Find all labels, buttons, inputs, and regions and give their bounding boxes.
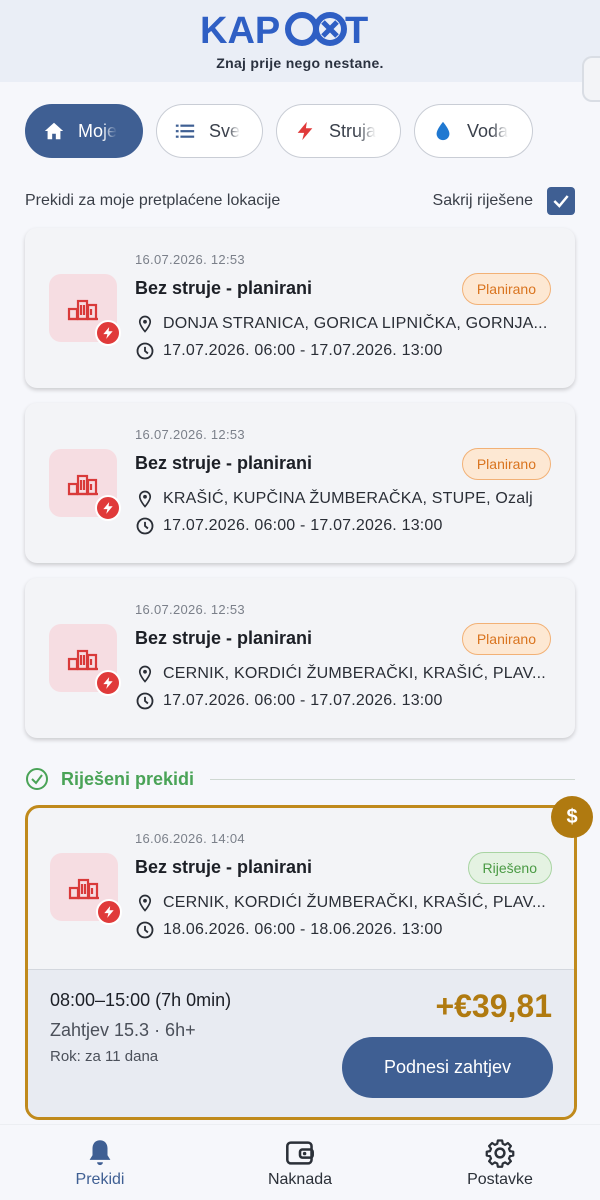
filter-chip-label: Voda bbox=[467, 120, 509, 141]
outage-title: Bez struje - planirani bbox=[135, 453, 313, 473]
filter-chip-moje[interactable]: Moje bbox=[25, 104, 143, 158]
status-badge: Riješeno bbox=[467, 852, 552, 884]
app-tagline: Znaj prije nego nestane. bbox=[216, 55, 384, 71]
location-pin-icon bbox=[135, 314, 155, 334]
compensation-dollar-icon: $ bbox=[551, 796, 593, 838]
hide-resolved-label: Sakrij riješene bbox=[432, 192, 533, 209]
bell-icon bbox=[30, 1135, 170, 1171]
clock-icon bbox=[135, 341, 155, 361]
outage-category-tile bbox=[49, 624, 121, 696]
filter-chip-voda[interactable]: Voda bbox=[414, 104, 533, 158]
filter-chip-struja[interactable]: Struja bbox=[276, 104, 401, 158]
outage-time: 17.07.2026. 06:00 - 17.07.2026. 13:00 bbox=[135, 341, 443, 361]
filter-chips: Moje Sve Struja Voda bbox=[25, 104, 600, 158]
status-badge: Planirano bbox=[461, 273, 551, 305]
bottom-navigation: Prekidi Naknada Postavke bbox=[0, 1124, 600, 1200]
hide-resolved-toggle[interactable]: Sakrij riješene bbox=[433, 187, 575, 215]
outage-location-text: CERNIK, KORDIĆI ŽUMBERAČKI, KRAŠIĆ, PLAV… bbox=[163, 894, 546, 911]
lightning-icon bbox=[293, 119, 317, 143]
outage-time: 18.06.2026. 06:00 - 18.06.2026. 13:00 bbox=[135, 920, 443, 940]
compensation-panel: 08:00–15:00 (7h 0min) Zahtjev 15.3 · 6h+… bbox=[28, 969, 574, 1117]
hide-resolved-checkbox[interactable] bbox=[547, 187, 575, 215]
outage-time-text: 18.06.2026. 06:00 - 18.06.2026. 13:00 bbox=[163, 921, 443, 938]
resolved-section-title: Riješeni prekidi bbox=[61, 768, 195, 789]
clock-icon bbox=[135, 691, 155, 711]
location-pin-icon bbox=[135, 664, 155, 684]
resolved-outage-card[interactable]: 16.06.2026. 14:04 Bez struje - planirani… bbox=[25, 805, 577, 1120]
water-drop-icon bbox=[431, 119, 455, 143]
claim-rule: Zahtjev 15.3 · 6h+ bbox=[50, 1020, 196, 1040]
filter-chip-label: Struja bbox=[329, 120, 377, 141]
nav-label: Postavke bbox=[467, 1171, 533, 1188]
list-icon bbox=[173, 119, 197, 143]
outage-card[interactable]: 16.07.2026. 12:53 Bez struje - planirani… bbox=[25, 578, 575, 738]
city-icon bbox=[67, 474, 98, 496]
outage-date: 16.07.2026. 12:53 bbox=[135, 252, 245, 267]
outage-date: 16.07.2026. 12:53 bbox=[135, 602, 245, 617]
outage-location: CERNIK, KORDIĆI ŽUMBERAČKI, KRAŠIĆ, PLAV… bbox=[135, 664, 546, 684]
outage-location: DONJA STRANICA, GORICA LIPNIČKA, GORNJA.… bbox=[135, 314, 547, 334]
nav-label: Naknada bbox=[267, 1171, 333, 1188]
home-icon bbox=[42, 119, 66, 143]
side-drawer-handle[interactable] bbox=[582, 56, 600, 102]
outage-date: 16.07.2026. 12:53 bbox=[135, 427, 245, 442]
outage-category-tile bbox=[49, 274, 121, 346]
city-icon bbox=[67, 299, 98, 321]
outage-location: KRAŠIĆ, KUPČINA ŽUMBERAČKA, STUPE, Ozalj bbox=[135, 489, 533, 509]
gear-icon bbox=[430, 1135, 570, 1171]
outage-time: 17.07.2026. 06:00 - 17.07.2026. 13:00 bbox=[135, 691, 443, 711]
resolved-outage-summary: 16.06.2026. 14:04 Bez struje - planirani… bbox=[28, 808, 574, 968]
filter-chip-sve[interactable]: Sve bbox=[156, 104, 263, 158]
city-icon bbox=[68, 878, 99, 900]
outage-title: Bez struje - planirani bbox=[135, 628, 313, 648]
filter-chip-label: Sve bbox=[209, 120, 241, 141]
clock-icon bbox=[135, 920, 155, 940]
outage-card[interactable]: 16.07.2026. 12:53 Bez struje - planirani… bbox=[25, 403, 575, 563]
compensation-amount: +€39,81 bbox=[435, 988, 552, 1024]
lightning-icon bbox=[95, 495, 121, 521]
svg-text:KAP: KAP bbox=[200, 10, 280, 50]
outage-time-text: 17.07.2026. 06:00 - 17.07.2026. 13:00 bbox=[163, 517, 443, 534]
subscribed-locations-label: Prekidi za moje pretplaćene lokacije bbox=[25, 192, 281, 209]
outage-location-text: KRAŠIĆ, KUPČINA ŽUMBERAČKA, STUPE, Ozalj bbox=[163, 490, 533, 507]
status-badge: Planirano bbox=[461, 623, 551, 655]
outage-card[interactable]: 16.07.2026. 12:53 Bez struje - planirani… bbox=[25, 228, 575, 388]
app-header: KAP T Znaj prije nego nestane. bbox=[0, 0, 600, 102]
outage-title: Bez struje - planirani bbox=[135, 857, 313, 877]
svg-text:T: T bbox=[345, 10, 368, 50]
lightning-icon bbox=[95, 670, 121, 696]
location-pin-icon bbox=[135, 489, 155, 509]
outage-location-text: DONJA STRANICA, GORICA LIPNIČKA, GORNJA.… bbox=[163, 315, 548, 332]
outage-duration: 08:00–15:00 (7h 0min) bbox=[50, 990, 232, 1010]
outage-time-text: 17.07.2026. 06:00 - 17.07.2026. 13:00 bbox=[163, 342, 443, 359]
app-logo: KAP T bbox=[200, 10, 368, 50]
nav-item-postavke[interactable]: Postavke bbox=[430, 1135, 570, 1189]
outage-category-tile bbox=[49, 449, 121, 521]
lightning-icon bbox=[95, 320, 121, 346]
outage-time: 17.07.2026. 06:00 - 17.07.2026. 13:00 bbox=[135, 516, 443, 536]
submit-claim-button[interactable]: Podnesi zahtjev bbox=[342, 1037, 553, 1098]
check-circle-icon bbox=[26, 768, 48, 790]
section-divider bbox=[210, 778, 575, 780]
nav-label: Prekidi bbox=[75, 1171, 125, 1188]
status-badge: Planirano bbox=[461, 448, 551, 480]
checkmark-icon bbox=[553, 195, 569, 208]
nav-item-naknada[interactable]: Naknada bbox=[230, 1135, 370, 1189]
city-icon bbox=[67, 649, 98, 671]
outage-title: Bez struje - planirani bbox=[135, 278, 313, 298]
outage-location: CERNIK, KORDIĆI ŽUMBERAČKI, KRAŠIĆ, PLAV… bbox=[135, 893, 546, 913]
outage-time-text: 17.07.2026. 06:00 - 17.07.2026. 13:00 bbox=[163, 692, 443, 709]
claim-deadline: Rok: za 11 dana bbox=[50, 1048, 159, 1065]
wallet-icon bbox=[230, 1135, 370, 1171]
outage-location-text: CERNIK, KORDIĆI ŽUMBERAČKI, KRAŠIĆ, PLAV… bbox=[163, 665, 546, 682]
resolved-section-header: Riješeni prekidi bbox=[25, 765, 575, 793]
outage-category-tile bbox=[50, 853, 122, 925]
filter-chip-label: Moje bbox=[78, 120, 118, 141]
list-subheader: Prekidi za moje pretplaćene lokacije Sak… bbox=[25, 186, 575, 216]
clock-icon bbox=[135, 516, 155, 536]
location-pin-icon bbox=[135, 893, 155, 913]
nav-item-prekidi[interactable]: Prekidi bbox=[30, 1135, 170, 1189]
outage-date: 16.06.2026. 14:04 bbox=[135, 831, 245, 846]
lightning-icon bbox=[96, 899, 122, 925]
